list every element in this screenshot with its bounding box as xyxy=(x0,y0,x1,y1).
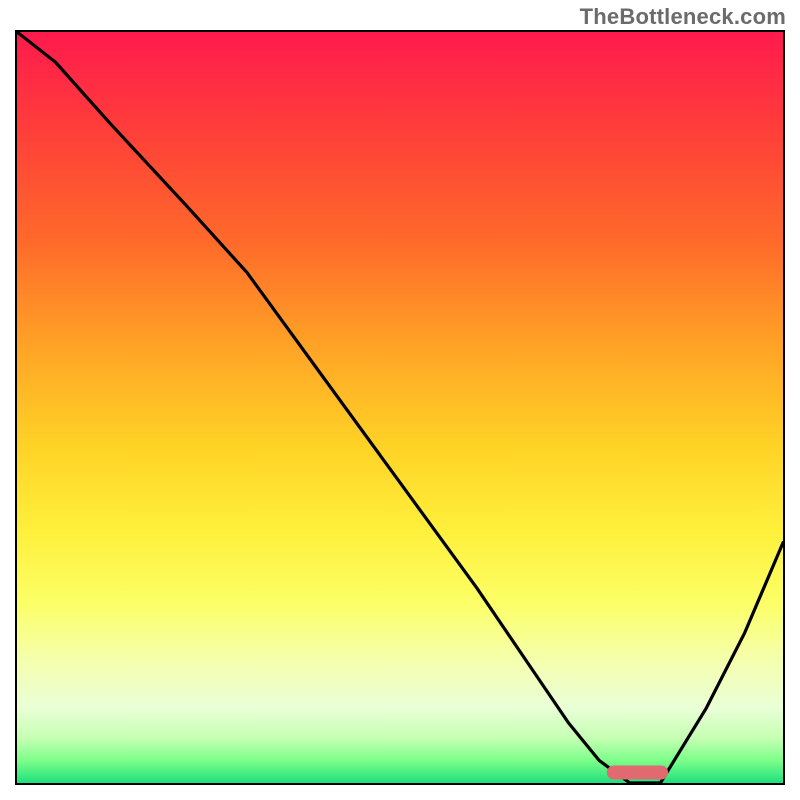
chart-svg xyxy=(17,32,783,783)
optimal-range-pill xyxy=(607,766,668,780)
watermark-text: TheBottleneck.com xyxy=(580,4,786,30)
bottleneck-curve-line xyxy=(17,32,783,783)
chart-frame xyxy=(15,30,785,785)
